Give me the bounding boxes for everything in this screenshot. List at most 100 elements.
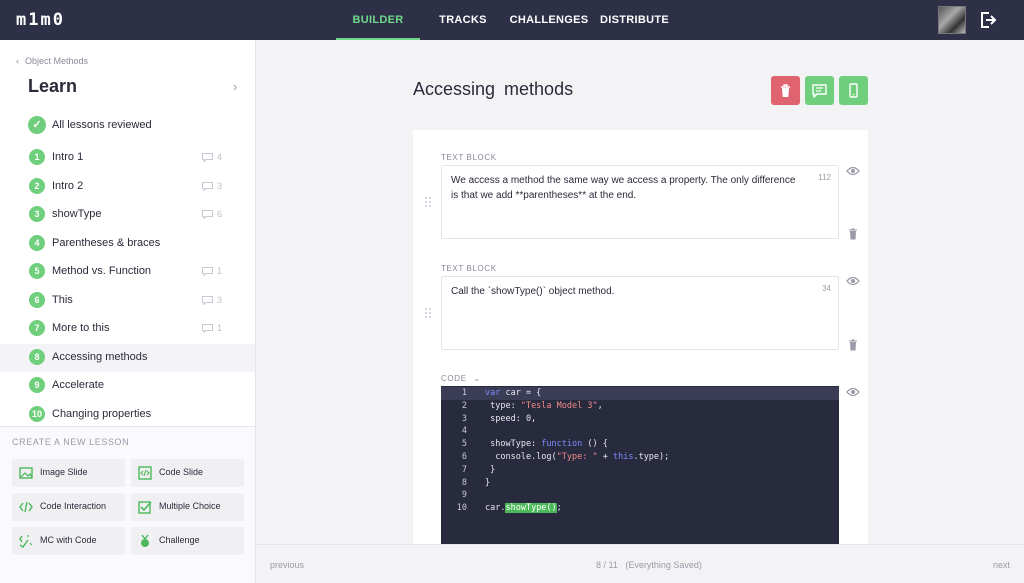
preview-mobile-button[interactable] [839,76,868,105]
lesson-label: More to this [52,322,110,334]
lesson-label: Intro 1 [52,151,84,163]
trash-icon [781,84,790,97]
lesson-item[interactable]: 6 This 3 [0,287,255,315]
tab-distribute[interactable]: DISTRIBUTE [600,0,669,40]
line-number: 4 [461,426,467,437]
tab-tracks[interactable]: TRACKS [430,0,496,40]
text-block-editor[interactable]: We access a method the same way we acces… [441,165,839,239]
eye-icon[interactable] [846,387,860,397]
line-number: 6 [461,452,467,462]
text-block-content[interactable]: Call the `showType()` object method. [451,284,801,299]
checkbox-icon [138,501,152,514]
tab-challenges[interactable]: CHALLENGES [506,0,592,40]
lesson-item[interactable]: 3 showType 6 [0,201,255,229]
lesson-item[interactable]: 9 Accelerate [0,372,255,400]
lesson-number: 4 [29,235,45,251]
line-number: 2 [461,400,467,411]
comment-count: 1 [217,266,223,276]
delete-lesson-button[interactable] [771,76,800,105]
comment-count: 4 [217,152,223,162]
next-link[interactable]: next [993,560,1010,570]
save-status: 8 / 11 (Everything Saved) [596,560,702,570]
code-text: var car = { [485,388,542,398]
code-line[interactable]: 4 [441,425,839,438]
top-bar: m1m0 BUILDER TRACKS CHALLENGES DISTRIBUT… [0,0,1024,40]
code-text: car.showType(); [485,503,562,514]
lesson-item[interactable]: 2 Intro 2 3 [0,173,255,201]
tab-builder[interactable]: BUILDER [336,0,420,40]
trash-icon[interactable] [848,339,858,351]
code-line[interactable]: 10 car.showType(); [441,502,839,515]
text-block-editor[interactable]: Call the `showType()` object method. 34 [441,276,839,350]
medal-icon [141,534,149,547]
multiple-choice-button[interactable]: Multiple Choice [131,493,244,521]
code-line[interactable]: 6 console.log("Type: " + this.type); [441,451,839,464]
image-slide-button[interactable]: Image Slide [12,459,125,487]
code-line[interactable]: 7 } [441,464,839,477]
app-logo[interactable]: m1m0 [16,10,65,30]
lesson-label: showType [52,208,102,220]
image-slide-label: Image Slide [40,467,88,477]
code-text: speed: 0, [485,413,537,424]
code-editor[interactable]: 1 var car = {2 type: "Tesla Model 3", 3 sp… [441,386,839,544]
mc-with-code-button[interactable]: MC with Code [12,527,125,555]
comment-icon [202,182,213,191]
lesson-label: Accelerate [52,379,104,391]
code-line[interactable]: 9 [441,489,839,502]
reviewed-label: All lessons reviewed [52,119,152,131]
text-block-content[interactable]: We access a method the same way we acces… [451,173,801,203]
lesson-label: This [52,294,73,306]
comment-count: 3 [217,181,223,191]
code-text: } [485,464,496,475]
code-slide-button[interactable]: Code Slide [131,459,244,487]
code-text: type: "Tesla Model 3", [485,400,603,411]
challenge-button[interactable]: Challenge [131,527,244,555]
code-line[interactable]: 2 type: "Tesla Model 3", [441,400,839,413]
comments-button[interactable] [805,76,834,105]
mc-with-code-label: MC with Code [40,535,97,545]
trash-icon[interactable] [848,228,858,240]
drag-handle-icon[interactable] [424,196,432,208]
lesson-number: 3 [29,206,45,222]
line-number: 8 [461,477,467,488]
line-number: 3 [461,413,467,424]
chevron-right-icon[interactable]: › [233,79,237,94]
avatar[interactable] [938,6,966,34]
page-title: Accessing methods [413,79,574,99]
lesson-label: Changing properties [52,408,152,420]
create-lesson-title: CREATE A NEW LESSON [12,437,130,447]
lesson-item[interactable]: 1 Intro 1 4 [0,144,255,172]
comment-icon [202,153,213,162]
comment-icon [202,324,213,333]
multiple-choice-label: Multiple Choice [159,501,221,511]
lesson-number: 5 [29,263,45,279]
comment-count: 6 [217,209,223,219]
eye-icon[interactable] [846,276,860,286]
lesson-number: 9 [29,377,45,393]
lesson-item[interactable]: 7 More to this 1 [0,315,255,343]
code-line[interactable]: 3 speed: 0, [441,413,839,426]
lesson-label: Parentheses & braces [52,237,161,249]
code-line[interactable]: 8} [441,477,839,490]
logout-icon[interactable] [978,10,998,30]
lesson-item[interactable]: 4 Parentheses & braces [0,230,255,258]
lesson-item[interactable]: 8 Accessing methods [0,344,255,372]
lesson-item[interactable]: 5 Method vs. Function 1 [0,258,255,286]
phone-icon [849,83,858,98]
text-block-label: TEXT BLOCK [441,153,497,162]
check-icon: ✓ [28,116,46,134]
character-count: 34 [822,284,831,293]
footer: previous 8 / 11 (Everything Saved) next [256,544,1024,583]
previous-link[interactable]: previous [270,560,304,570]
drag-handle-icon[interactable] [424,307,432,319]
lesson-item[interactable]: 10 Changing properties [0,401,255,429]
lesson-label: Accessing methods [52,351,148,363]
code-line[interactable]: 1 var car = { [441,387,839,400]
code-interaction-button[interactable]: Code Interaction [12,493,125,521]
code-line[interactable]: 5 showType: function () { [441,438,839,451]
eye-icon[interactable] [846,166,860,176]
lesson-number: 6 [29,292,45,308]
image-icon [19,467,33,479]
breadcrumb[interactable]: ‹ Object Methods [16,56,88,66]
code-block-label[interactable]: CODE ⌄ [441,374,481,383]
